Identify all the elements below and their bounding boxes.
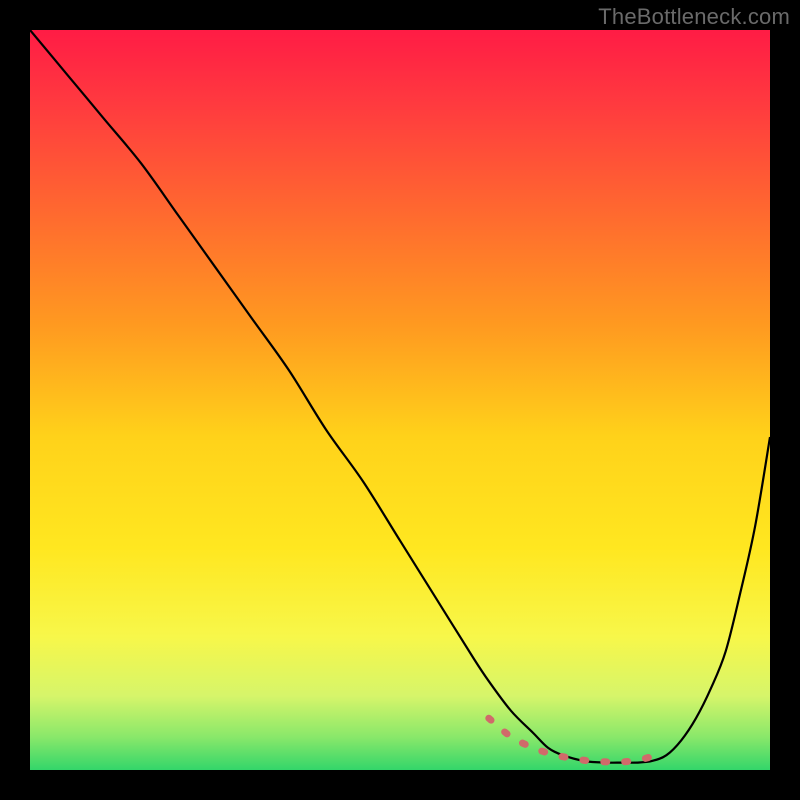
chart-svg xyxy=(30,30,770,770)
watermark-text: TheBottleneck.com xyxy=(598,4,790,30)
gradient-background xyxy=(30,30,770,770)
chart-stage: TheBottleneck.com xyxy=(0,0,800,800)
plot-area xyxy=(30,30,770,770)
